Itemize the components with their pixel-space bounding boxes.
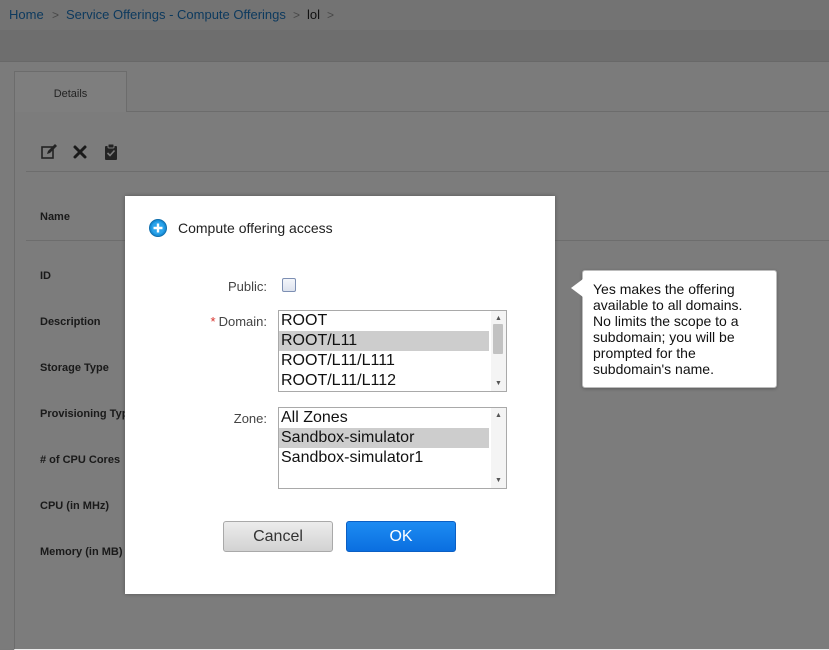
scroll-down-icon[interactable]: ▼ bbox=[495, 380, 502, 388]
domain-scrollbar[interactable]: ▲ ▼ bbox=[491, 311, 506, 391]
public-checkbox[interactable] bbox=[282, 278, 296, 292]
tooltip-line: Yes makes the offering bbox=[593, 281, 735, 297]
tooltip-arrow bbox=[571, 279, 583, 297]
zone-label: Zone: bbox=[233, 411, 267, 426]
tooltip-line: subdomain; you will be bbox=[593, 329, 735, 345]
tooltip-text: Yes makes the offering available to all … bbox=[593, 281, 771, 377]
required-mark: * bbox=[210, 314, 216, 329]
plus-circle-icon bbox=[149, 219, 167, 237]
tooltip-line: prompted for the bbox=[593, 345, 696, 361]
scroll-up-icon[interactable]: ▲ bbox=[495, 315, 502, 323]
domain-option[interactable]: ROOT bbox=[279, 311, 489, 331]
public-help-tooltip: Yes makes the offering available to all … bbox=[571, 270, 777, 388]
scroll-thumb[interactable] bbox=[493, 324, 503, 354]
public-label: Public: bbox=[227, 279, 267, 294]
domain-label-row: * Domain: bbox=[185, 314, 267, 329]
domain-option[interactable]: ROOT/L11/L112 bbox=[279, 371, 489, 391]
domain-option-selected[interactable]: ROOT/L11 bbox=[279, 331, 489, 351]
ok-button[interactable]: OK bbox=[346, 521, 456, 552]
dialog-title-text: Compute offering access bbox=[178, 220, 333, 236]
domain-label: Domain: bbox=[218, 314, 267, 329]
zone-listbox[interactable]: All Zones Sandbox-simulator Sandbox-simu… bbox=[278, 407, 507, 489]
zone-option[interactable]: Sandbox-simulator1 bbox=[279, 448, 489, 468]
domain-option[interactable]: ROOT/L11/L111 bbox=[279, 351, 489, 371]
scroll-down-icon[interactable]: ▼ bbox=[495, 477, 502, 485]
zone-option[interactable]: All Zones bbox=[279, 408, 489, 428]
tooltip-line: available to all domains. bbox=[593, 297, 743, 313]
tooltip-line: No limits the scope to a bbox=[593, 313, 739, 329]
zone-scrollbar[interactable]: ▲ ▼ bbox=[491, 408, 506, 488]
cancel-button[interactable]: Cancel bbox=[223, 521, 333, 552]
zone-option-selected[interactable]: Sandbox-simulator bbox=[279, 428, 489, 448]
compute-offering-access-dialog: Compute offering access Public: * Domain:… bbox=[125, 196, 555, 594]
domain-listbox[interactable]: ROOT ROOT/L11 ROOT/L11/L111 ROOT/L11/L11… bbox=[278, 310, 507, 392]
tooltip-line: subdomain's name. bbox=[593, 361, 714, 377]
scroll-up-icon[interactable]: ▲ bbox=[495, 412, 502, 420]
